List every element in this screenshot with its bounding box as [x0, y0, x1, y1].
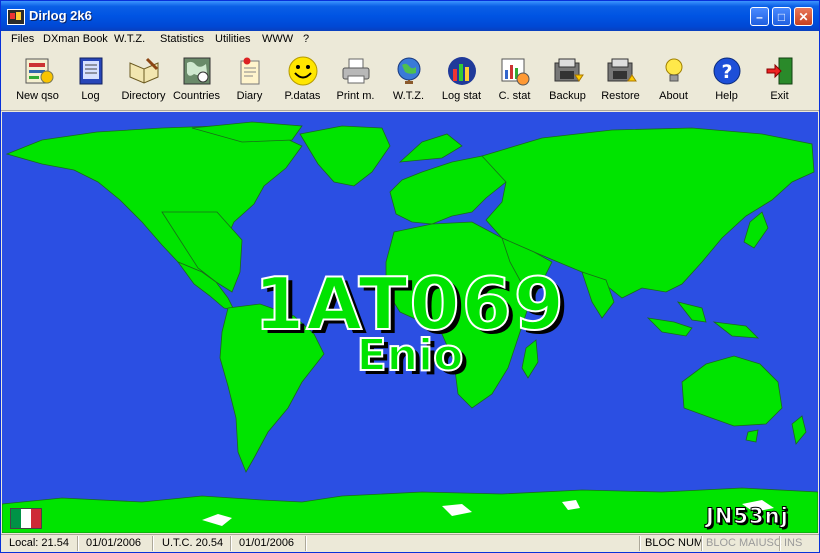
- new-qso-button[interactable]: New qso: [11, 53, 64, 107]
- exit-button[interactable]: Exit: [753, 53, 806, 107]
- world-map: 1AT069 1AT069 Enio Enio JN53nj JN53nj: [2, 112, 818, 533]
- wtz-button[interactable]: W.T.Z.: [382, 53, 435, 107]
- new-qso-icon: [25, 58, 53, 84]
- menu-bar: Files DXman Book W.T.Z. Statistics Utili…: [1, 31, 819, 49]
- directory-book-icon: [129, 57, 158, 84]
- status-separator: [305, 536, 307, 551]
- directory-button[interactable]: Directory: [117, 53, 170, 107]
- log-button[interactable]: Log: [64, 53, 117, 107]
- operator-name-text: Enio: [356, 329, 465, 382]
- status-separator: [639, 536, 641, 551]
- printer-icon: [342, 58, 369, 84]
- log-stat-label: Log stat: [441, 90, 482, 102]
- countries-label: Countries: [172, 90, 221, 102]
- log-stat-button[interactable]: Log stat: [435, 53, 488, 107]
- pdatas-label: P.datas: [284, 90, 321, 102]
- new-qso-label: New qso: [16, 90, 59, 102]
- status-caps-lock: BLOC MAIUSC: [706, 537, 782, 549]
- restore-button[interactable]: Restore: [594, 53, 647, 107]
- backup-disk-icon: [554, 58, 584, 82]
- svg-text:?: ?: [721, 61, 732, 83]
- help-label: Help: [715, 90, 738, 102]
- exit-label: Exit: [770, 90, 789, 102]
- globe-icon: [397, 57, 420, 84]
- menu-files[interactable]: Files: [11, 33, 34, 45]
- menu-help[interactable]: ?: [303, 33, 309, 45]
- app-window: Dirlog 2k6 – □ ✕ Files DXman Book W.T.Z.…: [0, 0, 820, 553]
- menu-utilities[interactable]: Utilities: [215, 33, 250, 45]
- status-num-lock: BLOC NUM: [645, 537, 704, 549]
- diary-label: Diary: [236, 90, 263, 102]
- status-insert: INS: [784, 537, 803, 549]
- country-stat-icon: [501, 58, 529, 86]
- log-stat-chart-icon: [447, 57, 476, 85]
- close-button[interactable]: ✕: [794, 7, 813, 26]
- log-book-icon: [79, 57, 102, 85]
- c-stat-button[interactable]: C. stat: [488, 53, 541, 107]
- menu-wtz[interactable]: W.T.Z.: [114, 33, 145, 45]
- app-icon[interactable]: [7, 9, 25, 25]
- backup-button[interactable]: Backup: [541, 53, 594, 107]
- menu-www[interactable]: WWW: [262, 33, 293, 45]
- help-button[interactable]: ? Help: [700, 53, 753, 107]
- countries-map-icon: [183, 57, 210, 85]
- minimize-button[interactable]: –: [750, 7, 769, 26]
- operator-display: Enio Enio: [2, 329, 818, 385]
- maximize-button[interactable]: □: [772, 7, 791, 26]
- diary-button[interactable]: Diary: [223, 53, 276, 107]
- toolbar: New qso Log Directory Countries Diary P.…: [1, 50, 819, 111]
- italy-flag-icon: [10, 508, 42, 529]
- restore-disk-icon: [607, 58, 637, 82]
- status-local-date: 01/01/2006: [86, 537, 142, 549]
- directory-label: Directory: [121, 90, 166, 102]
- exit-door-icon: [766, 57, 792, 85]
- diary-note-icon: [240, 57, 259, 85]
- smiley-icon: [288, 56, 317, 86]
- pdatas-button[interactable]: P.datas: [276, 53, 329, 107]
- c-stat-label: C. stat: [498, 90, 531, 102]
- backup-label: Backup: [549, 90, 586, 102]
- menu-dxman-book[interactable]: DXman Book: [43, 33, 108, 45]
- status-separator: [230, 536, 232, 551]
- locator-text: JN53nj: [706, 504, 789, 529]
- help-question-icon: ?: [713, 57, 740, 85]
- status-separator: [77, 536, 79, 551]
- print-label: Print m.: [336, 90, 375, 102]
- log-label: Log: [81, 90, 100, 102]
- menu-statistics[interactable]: Statistics: [160, 33, 204, 45]
- status-separator: [779, 536, 781, 551]
- status-utc-date: 01/01/2006: [239, 537, 295, 549]
- countries-button[interactable]: Countries: [170, 53, 223, 107]
- status-bar: Local: 21.54 01/01/2006 U.T.C. 20.54 01/…: [1, 534, 819, 552]
- wtz-label: W.T.Z.: [392, 90, 425, 102]
- about-label: About: [659, 90, 688, 102]
- status-separator: [701, 536, 703, 551]
- status-local-time: Local: 21.54: [9, 537, 69, 549]
- print-button[interactable]: Print m.: [329, 53, 382, 107]
- restore-label: Restore: [601, 90, 640, 102]
- title-bar[interactable]: Dirlog 2k6 – □ ✕: [1, 1, 819, 31]
- lightbulb-icon: [665, 58, 682, 82]
- about-button[interactable]: About: [647, 53, 700, 107]
- window-title: Dirlog 2k6: [29, 8, 92, 23]
- status-separator: [152, 536, 154, 551]
- status-utc-time: U.T.C. 20.54: [162, 537, 224, 549]
- locator-display: JN53nj JN53nj: [706, 504, 816, 531]
